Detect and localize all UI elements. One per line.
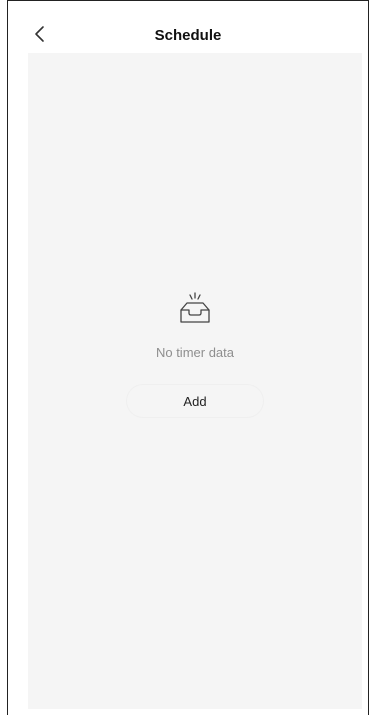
top-bar: Schedule xyxy=(8,1,368,53)
page-title: Schedule xyxy=(154,27,222,44)
schedule-list-area: No timer data Add xyxy=(28,53,362,709)
empty-inbox-icon xyxy=(180,292,210,323)
app-screen: Schedule No timer data Add xyxy=(7,0,369,715)
add-schedule-button[interactable]: Add xyxy=(127,385,263,417)
empty-state-message: No timer data xyxy=(155,345,235,360)
